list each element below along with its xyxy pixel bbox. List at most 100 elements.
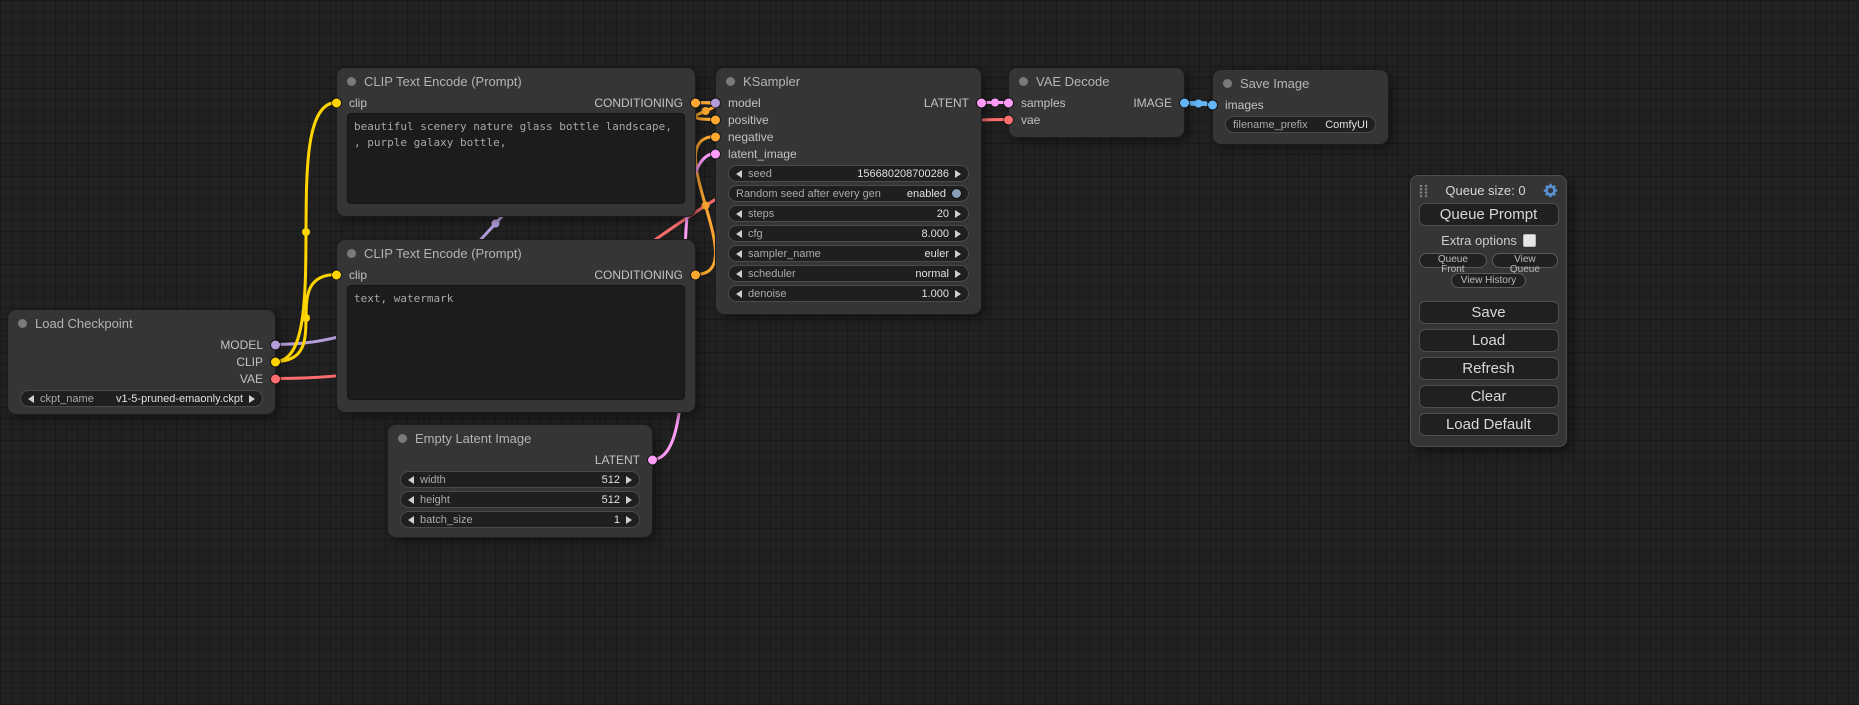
decrement-arrow-icon[interactable] <box>408 496 414 504</box>
node-ksampler[interactable]: KSampler model LATENT positive negative … <box>716 68 981 314</box>
collapse-dot[interactable] <box>347 77 356 86</box>
positive-prompt-textarea[interactable]: beautiful scenery nature glass bottle la… <box>347 113 685 204</box>
node-clip-text-encode-negative[interactable]: CLIP Text Encode (Prompt) clip CONDITION… <box>337 240 695 412</box>
widget-filename-prefix[interactable]: filename_prefix ComfyUI <box>1225 116 1376 133</box>
widget-ckpt-name[interactable]: ckpt_name v1-5-pruned-emaonly.ckpt <box>20 390 263 407</box>
port-row: latent_image <box>716 145 981 162</box>
input-port-images[interactable] <box>1208 100 1217 109</box>
increment-arrow-icon[interactable] <box>955 210 961 218</box>
input-port-clip[interactable] <box>332 98 341 107</box>
widget-value: euler <box>925 248 949 260</box>
queue-panel[interactable]: Queue size: 0 Queue Prompt Extra options… <box>1410 175 1567 447</box>
next-value-arrow-icon[interactable] <box>249 395 255 403</box>
node-header[interactable]: Empty Latent Image <box>388 425 652 451</box>
node-empty-latent-image[interactable]: Empty Latent Image LATENT width 512 heig… <box>388 425 652 537</box>
prev-value-arrow-icon[interactable] <box>736 270 742 278</box>
increment-arrow-icon[interactable] <box>955 230 961 238</box>
input-port-model[interactable] <box>711 98 720 107</box>
increment-arrow-icon[interactable] <box>626 476 632 484</box>
collapse-dot[interactable] <box>1223 79 1232 88</box>
settings-gear-icon[interactable] <box>1543 183 1558 198</box>
load-button[interactable]: Load <box>1419 329 1559 352</box>
collapse-dot[interactable] <box>347 249 356 258</box>
widget-name: ckpt_name <box>40 393 94 405</box>
widget-name: steps <box>748 208 774 220</box>
widget-steps[interactable]: steps 20 <box>728 205 969 222</box>
widget-random-seed-toggle[interactable]: Random seed after every gen enabled <box>728 185 969 202</box>
output-port-conditioning[interactable] <box>691 270 700 279</box>
increment-arrow-icon[interactable] <box>626 496 632 504</box>
input-port-negative[interactable] <box>711 132 720 141</box>
toggle-enabled-dot[interactable] <box>952 189 961 198</box>
widget-batch-size[interactable]: batch_size 1 <box>400 511 640 528</box>
node-load-checkpoint[interactable]: Load Checkpoint MODEL CLIP VAE ckpt_name… <box>8 310 275 414</box>
output-port-conditioning[interactable] <box>691 98 700 107</box>
clear-button[interactable]: Clear <box>1419 385 1559 408</box>
output-port-clip[interactable] <box>271 357 280 366</box>
widget-seed[interactable]: seed 156680208700286 <box>728 165 969 182</box>
widget-name: cfg <box>748 228 763 240</box>
drag-handle-icon[interactable] <box>1419 184 1428 198</box>
port-label-conditioning: CONDITIONING <box>594 268 683 282</box>
view-history-button[interactable]: View History <box>1451 273 1526 288</box>
port-label-vae: vae <box>1021 113 1040 127</box>
input-port-vae[interactable] <box>1004 115 1013 124</box>
widget-cfg[interactable]: cfg 8.000 <box>728 225 969 242</box>
decrement-arrow-icon[interactable] <box>408 516 414 524</box>
collapse-dot[interactable] <box>1019 77 1028 86</box>
collapse-dot[interactable] <box>398 434 407 443</box>
input-port-clip[interactable] <box>332 270 341 279</box>
port-row: clip CONDITIONING <box>337 266 695 283</box>
increment-arrow-icon[interactable] <box>955 170 961 178</box>
node-header[interactable]: CLIP Text Encode (Prompt) <box>337 240 695 266</box>
view-queue-button[interactable]: View Queue <box>1492 253 1558 268</box>
output-port-latent[interactable] <box>977 98 986 107</box>
widget-value: ComfyUI <box>1325 119 1368 131</box>
input-port-latent-image[interactable] <box>711 149 720 158</box>
output-port-image[interactable] <box>1180 98 1189 107</box>
prev-value-arrow-icon[interactable] <box>28 395 34 403</box>
widget-height[interactable]: height 512 <box>400 491 640 508</box>
widget-scheduler[interactable]: scheduler normal <box>728 265 969 282</box>
decrement-arrow-icon[interactable] <box>736 210 742 218</box>
increment-arrow-icon[interactable] <box>955 290 961 298</box>
queue-front-button[interactable]: Queue Front <box>1419 253 1487 268</box>
queue-prompt-button[interactable]: Queue Prompt <box>1419 203 1559 226</box>
port-label-model: model <box>728 96 761 110</box>
node-header[interactable]: VAE Decode <box>1009 68 1184 94</box>
node-title: CLIP Text Encode (Prompt) <box>364 74 522 89</box>
node-vae-decode[interactable]: VAE Decode samples IMAGE vae <box>1009 68 1184 137</box>
widget-sampler-name[interactable]: sampler_name euler <box>728 245 969 262</box>
input-port-samples[interactable] <box>1004 98 1013 107</box>
widget-denoise[interactable]: denoise 1.000 <box>728 285 969 302</box>
load-default-button[interactable]: Load Default <box>1419 413 1559 436</box>
node-header[interactable]: CLIP Text Encode (Prompt) <box>337 68 695 94</box>
save-button[interactable]: Save <box>1419 301 1559 324</box>
next-value-arrow-icon[interactable] <box>955 250 961 258</box>
decrement-arrow-icon[interactable] <box>736 230 742 238</box>
increment-arrow-icon[interactable] <box>626 516 632 524</box>
node-save-image[interactable]: Save Image images filename_prefix ComfyU… <box>1213 70 1388 144</box>
port-row: negative <box>716 128 981 145</box>
collapse-dot[interactable] <box>726 77 735 86</box>
decrement-arrow-icon[interactable] <box>736 290 742 298</box>
next-value-arrow-icon[interactable] <box>955 270 961 278</box>
negative-prompt-textarea[interactable]: text, watermark <box>347 285 685 400</box>
output-port-vae[interactable] <box>271 374 280 383</box>
prev-value-arrow-icon[interactable] <box>736 250 742 258</box>
widget-value: 8.000 <box>921 228 949 240</box>
input-port-positive[interactable] <box>711 115 720 124</box>
graph-canvas[interactable]: Load Checkpoint MODEL CLIP VAE ckpt_name… <box>0 0 1859 705</box>
refresh-button[interactable]: Refresh <box>1419 357 1559 380</box>
decrement-arrow-icon[interactable] <box>408 476 414 484</box>
output-port-model[interactable] <box>271 340 280 349</box>
decrement-arrow-icon[interactable] <box>736 170 742 178</box>
node-header[interactable]: Save Image <box>1213 70 1388 96</box>
node-header[interactable]: KSampler <box>716 68 981 94</box>
widget-width[interactable]: width 512 <box>400 471 640 488</box>
node-clip-text-encode-positive[interactable]: CLIP Text Encode (Prompt) clip CONDITION… <box>337 68 695 216</box>
node-header[interactable]: Load Checkpoint <box>8 310 275 336</box>
extra-options-checkbox[interactable] <box>1523 234 1536 247</box>
output-port-latent[interactable] <box>648 455 657 464</box>
collapse-dot[interactable] <box>18 319 27 328</box>
